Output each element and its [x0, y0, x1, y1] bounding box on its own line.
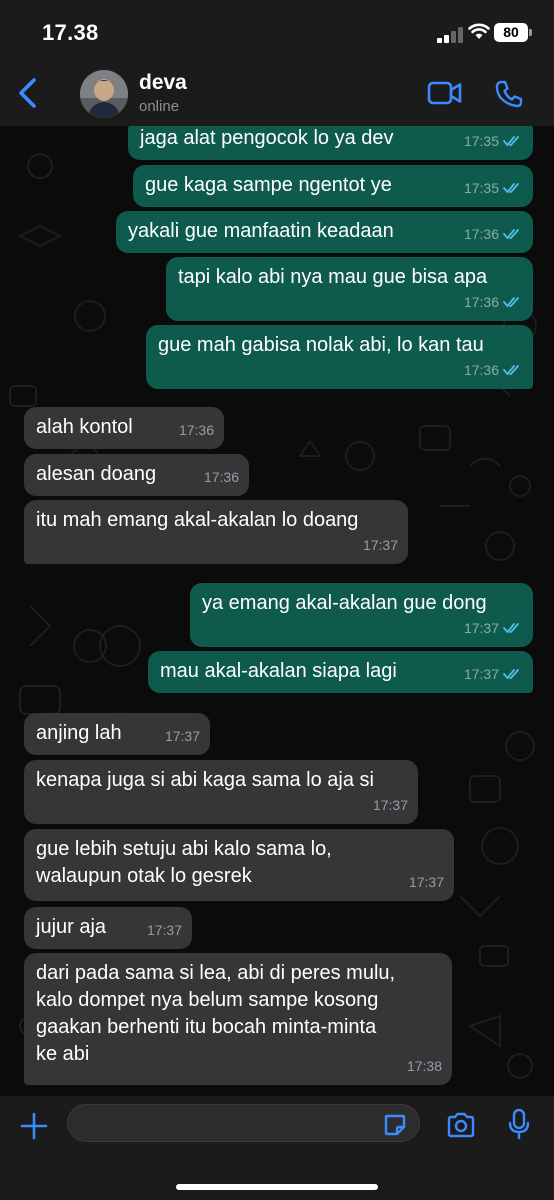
- double-check-icon: [503, 623, 519, 634]
- contact-name[interactable]: deva: [139, 71, 187, 95]
- microphone-icon[interactable]: [508, 1108, 530, 1140]
- double-check-icon: [503, 297, 519, 308]
- wifi-icon: [468, 23, 490, 39]
- double-check-icon: [503, 365, 519, 376]
- message-text: gue lebih setuju abi kalo sama lo, walau…: [36, 838, 332, 887]
- message-time: 17:37: [408, 874, 444, 890]
- message-input[interactable]: [67, 1104, 420, 1142]
- outgoing-message[interactable]: jaga alat pengocok lo ya dev 17:35: [128, 126, 533, 160]
- contact-status: online: [139, 98, 180, 115]
- incoming-message[interactable]: gue lebih setuju abi kalo sama lo, walau…: [24, 829, 454, 901]
- incoming-message[interactable]: dari pada sama si lea, abi di peres mulu…: [24, 953, 452, 1085]
- status-bar: 17.38 80: [0, 0, 554, 62]
- incoming-message[interactable]: kenapa juga si abi kaga sama lo aja si 17…: [24, 760, 418, 824]
- message-text: kenapa juga si abi kaga sama lo aja si: [36, 769, 374, 791]
- message-time: 17:36: [178, 422, 214, 438]
- message-time: 17:37: [164, 728, 200, 744]
- incoming-message[interactable]: anjing lah 17:37: [24, 713, 210, 755]
- incoming-message[interactable]: itu mah emang akal-akalan lo doang 17:37: [24, 500, 408, 564]
- message-text: ya emang akal-akalan gue dong: [202, 592, 487, 614]
- message-meta: 17:35: [464, 128, 523, 155]
- plus-icon[interactable]: [20, 1112, 48, 1140]
- message-time: 17:38: [406, 1058, 442, 1074]
- video-call-icon[interactable]: [427, 80, 463, 106]
- message-meta: 17:37: [147, 917, 182, 944]
- message-time: 17:35: [463, 180, 499, 196]
- message-meta: 17:37: [363, 532, 398, 559]
- message-text: gue mah gabisa nolak abi, lo kan tau: [158, 334, 484, 356]
- chat-area[interactable]: jaga alat pengocok lo ya dev 17:35 gue kag…: [0, 126, 554, 1096]
- status-time: 17.38: [42, 20, 99, 45]
- incoming-message[interactable]: jujur aja 17:37: [24, 907, 192, 949]
- message-meta: 17:38: [407, 1053, 442, 1080]
- message-meta: 17:35: [464, 175, 523, 202]
- message-meta: 17:37: [464, 661, 523, 688]
- message-meta: 17:36: [179, 417, 214, 444]
- camera-icon[interactable]: [446, 1112, 476, 1138]
- outgoing-message[interactable]: gue mah gabisa nolak abi, lo kan tau 17:3…: [146, 325, 533, 389]
- double-check-icon: [503, 669, 519, 680]
- outgoing-message[interactable]: mau akal-akalan siapa lagi 17:37: [148, 651, 533, 693]
- avatar[interactable]: [80, 70, 128, 118]
- outgoing-message[interactable]: gue kaga sampe ngentot ye 17:35: [133, 165, 533, 207]
- cellular-signal-icon: [437, 27, 465, 43]
- incoming-message[interactable]: alah kontol 17:36: [24, 407, 224, 449]
- incoming-message[interactable]: alesan doang 17:36: [24, 454, 249, 496]
- battery-indicator: 80: [494, 23, 532, 42]
- message-meta: 17:36: [464, 357, 523, 384]
- double-check-icon: [503, 183, 519, 194]
- message-meta: 17:36: [204, 464, 239, 491]
- message-time: 17:36: [463, 294, 499, 310]
- outgoing-message[interactable]: ya emang akal-akalan gue dong 17:37: [190, 583, 533, 647]
- message-time: 17:36: [463, 226, 499, 242]
- message-meta: 17:37: [373, 792, 408, 819]
- message-time: 17:36: [203, 469, 239, 485]
- message-text: tapi kalo abi nya mau gue bisa apa: [178, 266, 488, 288]
- message-time: 17:36: [463, 362, 499, 378]
- message-time: 17:37: [146, 922, 182, 938]
- message-meta: 17:36: [464, 289, 523, 316]
- back-chevron-icon[interactable]: [14, 76, 44, 110]
- outgoing-message[interactable]: yakali gue manfaatin keadaan 17:36: [116, 211, 533, 253]
- double-check-icon: [503, 136, 519, 147]
- message-meta: 17:37: [464, 615, 523, 642]
- double-check-icon: [503, 229, 519, 240]
- message-meta: 17:37: [165, 723, 200, 750]
- message-time: 17:37: [362, 537, 398, 553]
- home-indicator: [176, 1184, 378, 1190]
- message-time: 17:37: [463, 620, 499, 636]
- message-time: 17:37: [463, 666, 499, 682]
- message-time: 17:37: [372, 797, 408, 813]
- message-text: yakali gue manfaatin keadaan: [128, 220, 394, 242]
- phone-icon[interactable]: [494, 79, 524, 109]
- message-time: 17:35: [463, 133, 499, 149]
- message-text: itu mah emang akal-akalan lo doang: [36, 509, 359, 531]
- sticker-icon[interactable]: [383, 1113, 407, 1137]
- message-meta: 17:37: [409, 869, 444, 896]
- message-meta: 17:36: [464, 221, 523, 248]
- outgoing-message[interactable]: tapi kalo abi nya mau gue bisa apa 17:36: [166, 257, 533, 321]
- message-text: dari pada sama si lea, abi di peres mulu…: [36, 962, 396, 1065]
- chat-header: deva online: [0, 62, 554, 126]
